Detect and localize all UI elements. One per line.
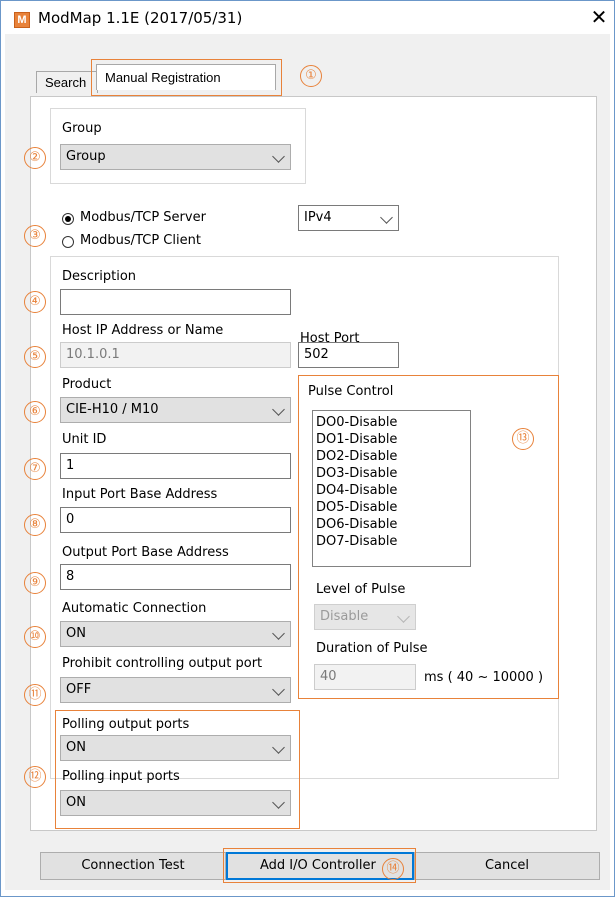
polling-output-value: ON <box>66 740 86 755</box>
group-label: Group <box>62 121 102 136</box>
product-label: Product <box>62 377 112 392</box>
pulse-duration-field: 40 <box>314 664 416 690</box>
marker-9: ⑨ <box>24 572 46 594</box>
client-radio-label: Modbus/TCP Client <box>80 233 201 248</box>
product-select[interactable]: CIE-H10 / M10 <box>60 397 291 423</box>
polling-output-label: Polling output ports <box>62 717 190 732</box>
marker-4: ④ <box>24 291 46 313</box>
chevron-down-icon <box>272 403 285 416</box>
chevron-down-icon <box>272 683 285 696</box>
list-item[interactable]: DO3-Disable <box>313 465 470 482</box>
description-field[interactable] <box>60 289 291 315</box>
marker-12: ⑫ <box>24 766 46 788</box>
polling-input-value: ON <box>66 795 86 810</box>
tab-search[interactable]: Search <box>36 71 98 93</box>
pulse-control-title: Pulse Control <box>308 384 394 399</box>
marker-8: ⑧ <box>24 514 46 536</box>
client-radio[interactable] <box>62 236 74 248</box>
unit-id-field[interactable]: 1 <box>60 453 291 479</box>
tab-search-label: Search <box>45 75 87 90</box>
chevron-down-icon <box>272 150 285 163</box>
description-label: Description <box>62 269 137 284</box>
auto-connect-select[interactable]: ON <box>60 621 291 647</box>
marker-1: ① <box>300 65 322 87</box>
input-base-field[interactable]: 0 <box>60 507 291 533</box>
list-item[interactable]: DO1-Disable <box>313 431 470 448</box>
pulse-do-list[interactable]: DO0-Disable DO1-Disable DO2-Disable DO3-… <box>312 410 471 567</box>
pulse-level-label: Level of Pulse <box>316 582 406 597</box>
product-select-value: CIE-H10 / M10 <box>66 402 159 417</box>
marker-10: ⑩ <box>24 626 46 648</box>
marker-11: ⑪ <box>24 684 46 706</box>
auto-connect-value: ON <box>66 626 86 641</box>
marker-14: ⑭ <box>382 858 404 880</box>
list-item[interactable]: DO4-Disable <box>313 482 470 499</box>
prohibit-output-label: Prohibit controlling output port <box>62 656 263 671</box>
marker-5: ⑤ <box>24 346 46 368</box>
marker-13: ⑬ <box>512 428 534 450</box>
chevron-down-icon <box>272 627 285 640</box>
server-radio[interactable] <box>62 213 74 225</box>
cancel-button[interactable]: Cancel <box>414 852 600 880</box>
marker-6: ⑥ <box>24 401 46 423</box>
ip-version-value: IPv4 <box>304 210 332 225</box>
pulse-duration-label: Duration of Pulse <box>316 641 428 656</box>
close-icon[interactable]: ✕ <box>587 5 611 29</box>
group-select[interactable]: Group <box>60 144 291 170</box>
ip-version-select[interactable]: IPv4 <box>298 205 399 231</box>
list-item[interactable]: DO0-Disable <box>313 414 470 431</box>
window-title: ModMap 1.1E (2017/05/31) <box>38 9 243 27</box>
chevron-down-icon <box>380 211 393 224</box>
list-item[interactable]: DO5-Disable <box>313 499 470 516</box>
polling-input-select[interactable]: ON <box>60 790 291 816</box>
prohibit-output-select[interactable]: OFF <box>60 677 291 703</box>
chevron-down-icon <box>397 610 410 623</box>
host-ip-label: Host IP Address or Name <box>62 323 224 338</box>
server-radio-label: Modbus/TCP Server <box>80 210 206 225</box>
pulse-duration-unit: ms ( 40 ~ 10000 ) <box>424 670 544 685</box>
pulse-level-value: Disable <box>320 609 369 624</box>
host-port-field[interactable]: 502 <box>298 342 399 368</box>
input-base-label: Input Port Base Address <box>62 487 218 502</box>
highlight-tab <box>91 59 282 96</box>
list-item[interactable]: DO6-Disable <box>313 516 470 533</box>
unit-id-label: Unit ID <box>62 432 107 447</box>
prohibit-output-value: OFF <box>66 682 92 697</box>
chevron-down-icon <box>272 741 285 754</box>
pulse-level-select: Disable <box>314 604 416 630</box>
polling-input-label: Polling input ports <box>62 769 180 784</box>
output-base-label: Output Port Base Address <box>62 545 229 560</box>
host-ip-field: 10.1.0.1 <box>60 342 291 368</box>
marker-7: ⑦ <box>24 458 46 480</box>
app-icon: M <box>14 12 30 28</box>
chevron-down-icon <box>272 796 285 809</box>
title-bar: M ModMap 1.1E (2017/05/31) ✕ <box>1 1 614 34</box>
output-base-field[interactable]: 8 <box>60 564 291 590</box>
list-item[interactable]: DO7-Disable <box>313 533 470 550</box>
group-select-value: Group <box>66 149 106 164</box>
auto-connect-label: Automatic Connection <box>62 601 207 616</box>
list-item[interactable]: DO2-Disable <box>313 448 470 465</box>
marker-3: ③ <box>24 225 46 247</box>
polling-output-select[interactable]: ON <box>60 735 291 761</box>
connection-test-button[interactable]: Connection Test <box>40 852 226 880</box>
marker-2: ② <box>24 147 46 169</box>
